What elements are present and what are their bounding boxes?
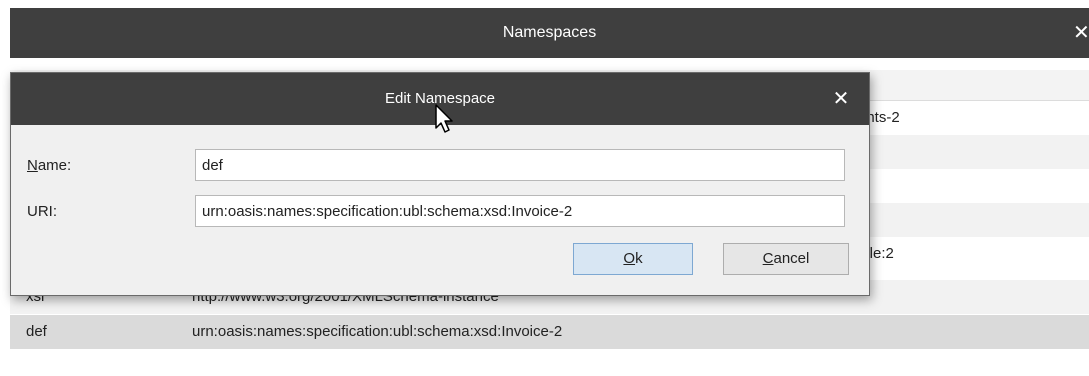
name-label-text: ame: [37,157,72,174]
name-label: Name: [27,157,71,174]
namespaces-window: Namespaces ✕ ents-2 2 2 lule:2 xsi http:… [0,0,1089,376]
cancel-button[interactable]: Cancel [723,243,849,275]
namespace-uri: urn:oasis:names:specification:ubl:schema… [192,323,563,340]
namespaces-titlebar: Namespaces ✕ [10,8,1089,58]
list-item-selected[interactable]: def urn:oasis:names:specification:ubl:sc… [10,315,1089,349]
uri-field[interactable] [195,195,845,227]
cancel-button-text: ancel [773,250,810,267]
close-icon[interactable]: ✕ [1073,8,1089,58]
namespaces-window-title: Namespaces [502,24,597,41]
mouse-pointer-icon [435,104,453,133]
name-label-mnemonic: N [27,157,38,174]
cancel-button-mnemonic: C [762,250,774,267]
name-field[interactable] [195,149,845,181]
ok-button-mnemonic: O [623,250,636,267]
uri-label: URI: [27,203,57,220]
namespace-prefix: def [26,323,47,340]
close-icon[interactable]: ✕ [829,73,853,125]
ok-button-text: k [635,250,643,267]
ok-button[interactable]: Ok [573,243,693,275]
